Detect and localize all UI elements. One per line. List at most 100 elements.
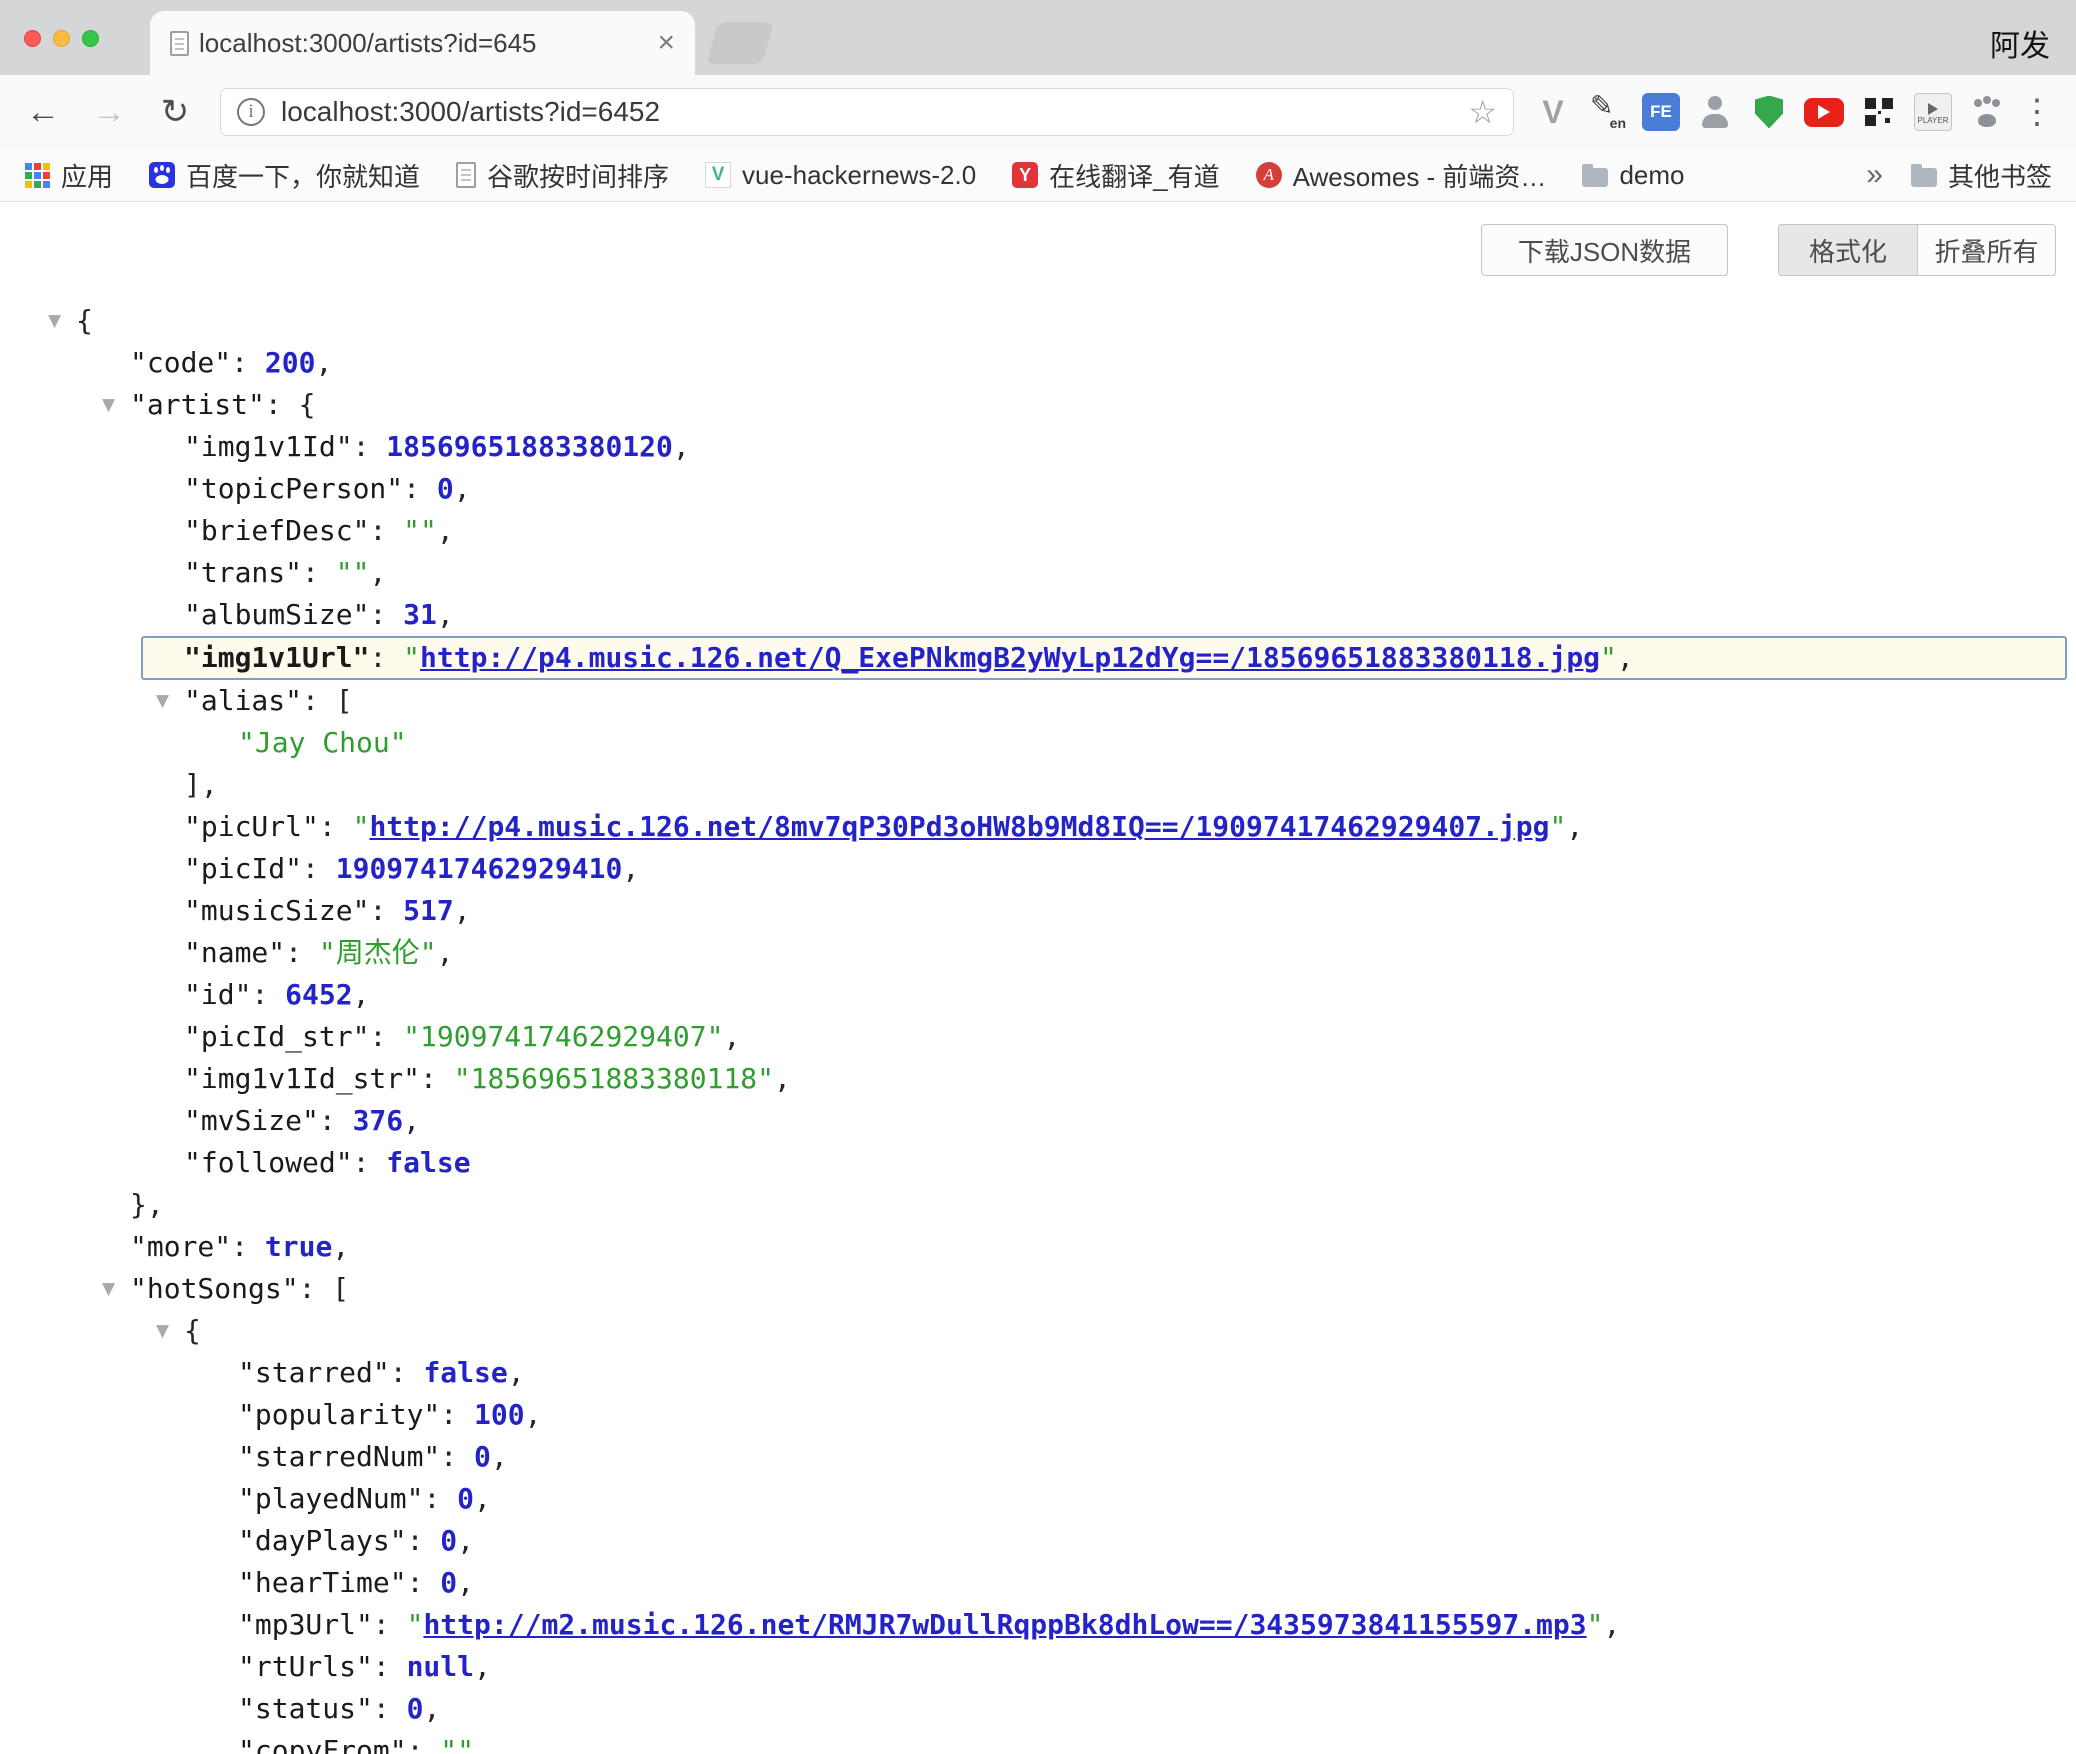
bookmark-item[interactable]: demo	[1582, 160, 1684, 191]
json-line: "followed": false	[0, 1142, 2076, 1184]
download-json-button[interactable]: 下载JSON数据	[1481, 224, 1728, 276]
json-token: :	[420, 1062, 454, 1095]
json-viewer: 下载JSON数据 格式化 折叠所有 ▼{"code": 200,▼"artist…	[0, 202, 2076, 1754]
youdao-icon	[1012, 162, 1038, 188]
bookmark-star-icon[interactable]: ☆	[1468, 93, 1497, 131]
format-button[interactable]: 格式化	[1779, 225, 1917, 275]
json-line: "picUrl": "http://p4.music.126.net/8mv7q…	[0, 806, 2076, 848]
green-shield-icon[interactable]	[1750, 93, 1788, 131]
reload-icon[interactable]: ↻	[154, 92, 196, 132]
json-token: :	[407, 1566, 441, 1599]
json-token: ,	[774, 1062, 791, 1095]
json-token: :	[319, 1104, 353, 1137]
json-token: ,	[315, 346, 332, 379]
json-token: 200	[265, 346, 316, 379]
json-line: "more": true,	[0, 1226, 2076, 1268]
profile-name[interactable]: 阿发	[1990, 21, 2050, 65]
json-token: :	[373, 1608, 407, 1641]
bookmark-item[interactable]: 在线翻译_有道	[1012, 157, 1219, 194]
json-token: ""	[336, 556, 370, 589]
json-token: :	[440, 1398, 474, 1431]
json-line: "musicSize": 517,	[0, 890, 2076, 932]
bookmark-item[interactable]: 百度一下，你就知道	[149, 157, 420, 194]
json-token: false	[423, 1356, 507, 1389]
json-token: "copyFrom"	[238, 1734, 407, 1754]
translate-en-icon[interactable]	[1588, 93, 1626, 131]
video-player-icon[interactable]	[1914, 93, 1952, 131]
json-token: 0	[474, 1440, 491, 1473]
json-url-link[interactable]: http://p4.music.126.net/Q_ExePNkmgB2yWyL…	[420, 641, 1600, 674]
address-bar[interactable]: i localhost:3000/artists?id=6452 ☆	[220, 88, 1514, 136]
collapse-arrow-icon[interactable]: ▼	[156, 1310, 169, 1352]
new-tab-button[interactable]	[706, 22, 774, 64]
json-line: "img1v1Url": "http://p4.music.126.net/Q_…	[0, 636, 2076, 680]
url-text[interactable]: localhost:3000/artists?id=6452	[281, 96, 660, 128]
json-token: "playedNum"	[238, 1482, 423, 1515]
apps-grid-icon	[24, 162, 50, 188]
json-token: ,	[454, 894, 471, 927]
json-line: "picId": 19097417462929410,	[0, 848, 2076, 890]
json-token: "	[407, 1608, 424, 1641]
json-token: "artist"	[130, 388, 265, 421]
json-token: 0	[440, 1566, 457, 1599]
paw-icon[interactable]	[1968, 93, 2006, 131]
navigation-bar: ← → ↻ i localhost:3000/artists?id=6452 ☆…	[0, 75, 2076, 149]
json-line: "copyFrom": "",	[0, 1730, 2076, 1754]
bookmark-item[interactable]: Awesomes - 前端资…	[1256, 157, 1547, 194]
collapse-arrow-icon[interactable]: ▼	[48, 300, 61, 342]
bookmark-item[interactable]: vue-hackernews-2.0	[705, 160, 976, 191]
json-token: :	[369, 641, 403, 674]
minimize-window-button[interactable]	[53, 30, 70, 47]
bookmark-item[interactable]: 谷歌按时间排序	[456, 157, 669, 194]
browser-menu-icon[interactable]: ⋮	[2020, 92, 2054, 132]
qr-code-icon[interactable]	[1860, 93, 1898, 131]
zoom-window-button[interactable]	[82, 30, 99, 47]
bookmark-label: 应用	[61, 157, 113, 194]
json-tree: ▼{"code": 200,▼"artist": {"img1v1Id": 18…	[0, 276, 2076, 1754]
json-line: "trans": "",	[0, 552, 2076, 594]
tab-close-icon[interactable]: ×	[657, 28, 675, 58]
fe-extension-icon[interactable]	[1642, 93, 1680, 131]
json-token: "周杰伦"	[319, 936, 437, 969]
back-icon[interactable]: ←	[22, 93, 64, 132]
collapse-arrow-icon[interactable]: ▼	[102, 384, 115, 426]
json-url-link[interactable]: http://m2.music.126.net/RMJR7wDullRqppBk…	[423, 1608, 1586, 1641]
bookmark-label: Awesomes - 前端资…	[1293, 157, 1547, 194]
json-line: "playedNum": 0,	[0, 1478, 2076, 1520]
browser-tab[interactable]: localhost:3000/artists?id=645 ×	[150, 11, 695, 75]
youtube-icon[interactable]	[1804, 98, 1844, 127]
bookmark-label: 谷歌按时间排序	[487, 157, 669, 194]
profile-person-icon[interactable]	[1696, 93, 1734, 131]
json-token: ,	[457, 1566, 474, 1599]
json-token: :	[353, 430, 387, 463]
page-info-icon[interactable]: i	[237, 98, 265, 126]
json-token: ,	[332, 1230, 349, 1263]
json-token: ""	[440, 1734, 474, 1754]
bookmark-label: 百度一下，你就知道	[186, 157, 420, 194]
json-line: "img1v1Id": 18569651883380120,	[0, 426, 2076, 468]
json-line: "id": 6452,	[0, 974, 2076, 1016]
json-token: 100	[474, 1398, 525, 1431]
forward-icon[interactable]: →	[88, 93, 130, 132]
json-url-link[interactable]: http://p4.music.126.net/8mv7qP30Pd3oHW8b…	[369, 810, 1549, 843]
json-line: },	[0, 1184, 2076, 1226]
collapse-arrow-icon[interactable]: ▼	[156, 680, 169, 722]
folder-icon	[1582, 168, 1608, 187]
json-token: 0	[407, 1692, 424, 1725]
collapse-arrow-icon[interactable]: ▼	[102, 1268, 115, 1310]
page-favicon-icon	[170, 31, 189, 56]
collapse-all-button[interactable]: 折叠所有	[1917, 225, 2055, 275]
json-token: "mvSize"	[184, 1104, 319, 1137]
json-line: ▼{	[0, 300, 2076, 342]
json-token: "name"	[184, 936, 285, 969]
v-extension-icon[interactable]	[1534, 93, 1572, 131]
bookmarks-overflow-icon[interactable]: »	[1866, 158, 1883, 192]
vue-icon	[705, 162, 731, 188]
json-token: {	[184, 1314, 201, 1347]
close-window-button[interactable]	[24, 30, 41, 47]
json-token: ,	[673, 430, 690, 463]
json-token: :	[369, 514, 403, 547]
bookmark-item[interactable]: 应用	[24, 157, 113, 194]
json-token: :	[231, 346, 265, 379]
other-bookmarks-folder[interactable]: 其他书签	[1911, 157, 2052, 194]
